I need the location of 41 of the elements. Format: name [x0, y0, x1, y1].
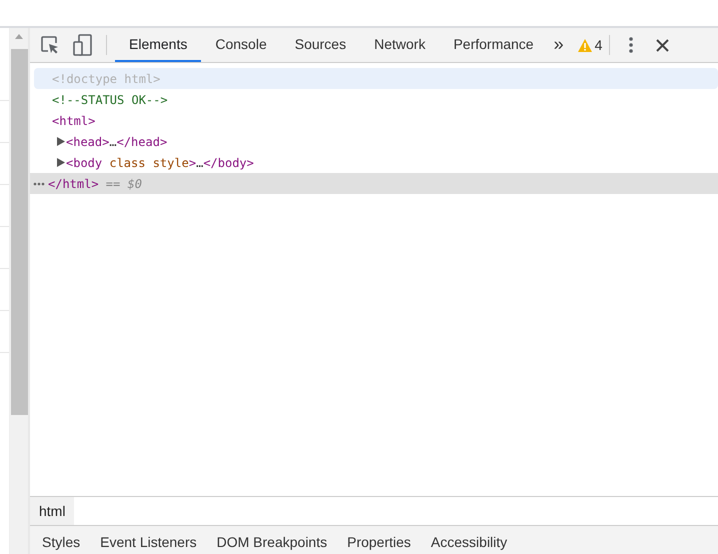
node-text: <head> — [66, 134, 110, 148]
dom-node[interactable]: </html> == $0 — [30, 173, 718, 194]
node-text: <!--STATUS OK--> — [52, 92, 168, 106]
dom-node[interactable]: <body class style>…</body> — [34, 152, 718, 173]
sidebar-tab[interactable]: Styles — [32, 534, 90, 554]
sidebar-tab[interactable]: Properties — [337, 534, 421, 554]
close-icon[interactable] — [656, 38, 670, 52]
node-text: <html> — [52, 114, 96, 128]
node-text: <!doctype html> — [52, 72, 160, 86]
node-text: </html> — [48, 176, 99, 190]
expand-icon[interactable] — [57, 137, 65, 146]
dom-node[interactable]: <head>…</head> — [34, 131, 718, 152]
node-text: style — [152, 156, 189, 170]
dom-node[interactable]: <html> — [34, 110, 718, 131]
node-text: == $0 — [104, 176, 142, 190]
dom-node[interactable]: <!--STATUS OK--> — [34, 89, 718, 110]
panel-tab[interactable]: Elements — [115, 28, 202, 62]
node-text: </head> — [116, 134, 168, 148]
breadcrumb[interactable]: html — [30, 497, 74, 525]
sidebar-tab[interactable]: DOM Breakpoints — [206, 534, 338, 554]
panel-tab[interactable]: Network — [360, 28, 440, 62]
more-icon[interactable] — [33, 182, 45, 186]
warning-count[interactable]: 4 — [594, 37, 602, 53]
node-text: class — [108, 156, 146, 170]
node-text: <body — [66, 156, 102, 170]
device-icon[interactable] — [73, 34, 93, 56]
node-text: </body> — [203, 156, 254, 170]
menu-icon[interactable] — [629, 37, 634, 53]
node-text: > — [188, 156, 196, 170]
panel-tab[interactable]: Performance — [439, 28, 548, 62]
node-text: … — [196, 156, 204, 170]
inspect-icon[interactable] — [40, 35, 60, 55]
expand-icon[interactable] — [57, 158, 65, 167]
more-tabs-button[interactable]: » — [548, 34, 570, 56]
scrollbar-thumb[interactable] — [10, 49, 28, 415]
panel-tab[interactable]: Sources — [280, 28, 360, 62]
scrollbar[interactable] — [9, 28, 28, 554]
sidebar-tab[interactable]: Event Listeners — [90, 534, 207, 554]
panel-tab[interactable]: Console — [201, 28, 281, 62]
node-text: … — [109, 134, 117, 148]
sidebar-tab[interactable]: Accessibility — [420, 534, 518, 554]
